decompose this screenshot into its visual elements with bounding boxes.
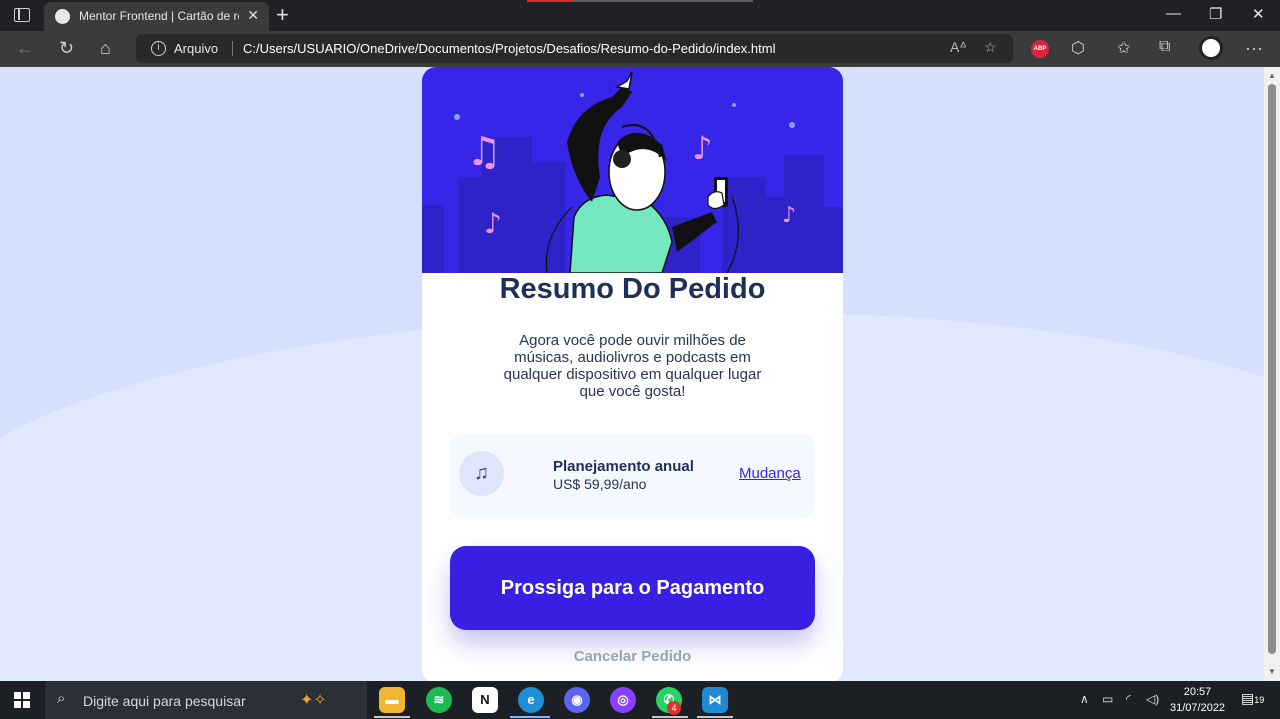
plan-name: Planejamento anual (553, 458, 694, 475)
browser-toolbar: ← ↻ ⌂ i Arquivo C:/Users/USUARIO/OneDriv… (0, 31, 1280, 67)
home-icon[interactable]: ⌂ (100, 38, 111, 59)
app-active-indicator (374, 716, 410, 718)
windows-start-icon[interactable] (14, 692, 30, 708)
read-aloud-icon[interactable]: Aᐞ (950, 39, 967, 56)
notion-icon[interactable]: N (472, 687, 498, 713)
title-accent-gray (573, 0, 753, 2)
whatsapp-badge: 4 (667, 701, 681, 715)
favorites-icon[interactable]: ✩ (1117, 38, 1130, 58)
address-scheme-label: Arquivo (174, 41, 219, 56)
browser-tab[interactable]: Mentor Frontend | Cartão de resumo ✕ (44, 2, 269, 31)
page-viewport: ♫ ♪ ♪ ♪ Resumo Do Pedido Agora você pode… (0, 67, 1264, 681)
music-note-icon: ♫ (459, 451, 504, 496)
svg-text:♪: ♪ (484, 207, 502, 240)
card-title: Resumo Do Pedido (499, 273, 766, 305)
file-explorer-icon[interactable]: ▬ (379, 687, 405, 713)
taskbar-search-placeholder: Digite aqui para pesquisar (83, 693, 246, 709)
windows-taskbar: ⌕ Digite aqui para pesquisar ✦✧ ▬ ≋ N e … (0, 681, 1280, 719)
app-running-indicator-2 (697, 716, 733, 718)
title-accent (527, 0, 573, 2)
svg-text:♪: ♪ (692, 129, 712, 167)
adblock-icon[interactable]: ABP (1031, 40, 1049, 58)
app-running-indicator (652, 716, 688, 718)
restore-icon[interactable]: ❐ (1209, 5, 1222, 23)
plan-price: US$ 59,99/ano (553, 476, 647, 492)
scroll-up-icon[interactable]: ▲ (1268, 71, 1276, 80)
address-separator (232, 41, 233, 56)
order-summary-card: ♫ ♪ ♪ ♪ Resumo Do Pedido Agora você pode… (422, 67, 843, 681)
svg-text:♪: ♪ (782, 203, 796, 228)
spotify-icon[interactable]: ≋ (426, 687, 452, 713)
browser-titlebar: Mentor Frontend | Cartão de resumo ✕ + —… (0, 0, 1280, 31)
profile-avatar[interactable] (1199, 36, 1223, 60)
vscode-icon[interactable]: ⋈ (702, 687, 728, 713)
change-plan-link[interactable]: Mudança (739, 465, 801, 482)
cancel-order-button[interactable]: Cancelar Pedido (422, 648, 843, 665)
clock-date: 31/07/2022 (1170, 702, 1226, 714)
wifi-icon[interactable]: ◜ (1126, 692, 1131, 706)
refresh-icon[interactable]: ↻ (59, 38, 74, 59)
plan-box: ♫ Planejamento anual US$ 59,99/ano Mudan… (450, 434, 815, 518)
scroll-down-icon[interactable]: ▼ (1268, 667, 1276, 676)
volume-icon[interactable]: ◁) (1146, 692, 1159, 706)
collections-icon[interactable]: ⧉ (1159, 38, 1170, 56)
proceed-payment-button[interactable]: Prossiga para o Pagamento (450, 546, 815, 630)
address-bar[interactable]: i Arquivo C:/Users/USUARIO/OneDrive/Docu… (136, 34, 1013, 63)
battery-icon[interactable]: ▭ (1102, 692, 1113, 706)
add-favorite-icon[interactable]: ☆ (984, 39, 997, 56)
tray-chevron-icon[interactable]: ∧ (1080, 692, 1089, 706)
page-scrollbar[interactable]: ▲ ▼ (1264, 67, 1280, 681)
search-icon: ⌕ (57, 690, 66, 707)
hero-illustration: ♫ ♪ ♪ ♪ (422, 67, 843, 274)
tab-actions-icon[interactable] (14, 8, 30, 22)
card-description: Agora você pode ouvir milhões de músicas… (503, 332, 762, 400)
close-window-icon[interactable]: ✕ (1252, 5, 1265, 23)
hero-svg: ♫ ♪ ♪ ♪ (422, 71, 843, 274)
discord-icon[interactable]: ◉ (564, 687, 590, 713)
url-text[interactable]: C:/Users/USUARIO/OneDrive/Documentos/Pro… (243, 41, 775, 56)
notification-center-icon[interactable]: ▤19 (1241, 690, 1264, 707)
more-menu-icon[interactable]: ··· (1245, 38, 1263, 59)
taskbar-clock[interactable]: 20:57 31/07/2022 (1170, 684, 1225, 716)
tab-title: Mentor Frontend | Cartão de resumo (79, 9, 239, 23)
scroll-thumb[interactable] (1268, 84, 1276, 654)
svg-text:♫: ♫ (466, 129, 502, 175)
app-active-indicator-edge (510, 716, 550, 718)
back-icon[interactable]: ← (16, 38, 34, 59)
github-desktop-icon[interactable]: ◎ (610, 687, 636, 713)
extensions-icon[interactable]: ⬡ (1071, 38, 1085, 58)
info-icon[interactable]: i (151, 41, 166, 56)
taskbar-search[interactable]: ⌕ Digite aqui para pesquisar ✦✧ (45, 681, 367, 719)
close-tab-icon[interactable]: ✕ (247, 7, 259, 24)
clock-time: 20:57 (1183, 686, 1212, 698)
search-highlight-icon: ✦✧ (300, 692, 327, 709)
new-tab-icon[interactable]: + (276, 2, 289, 28)
minimize-icon[interactable]: — (1166, 5, 1181, 22)
edge-icon[interactable]: e (518, 687, 544, 713)
notification-count: 19 (1254, 695, 1265, 705)
favicon-icon (55, 9, 70, 24)
